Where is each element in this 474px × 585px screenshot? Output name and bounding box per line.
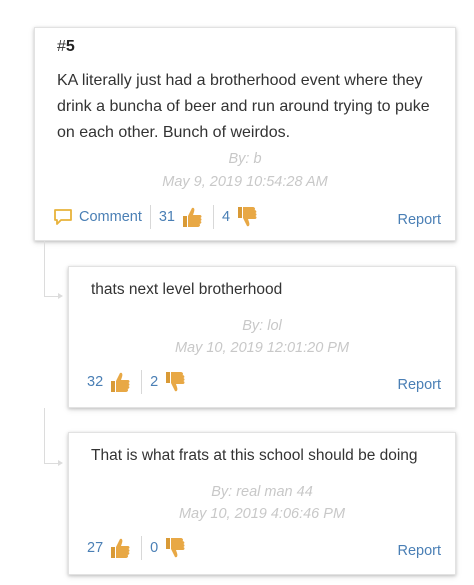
downvote-button[interactable] (162, 369, 188, 395)
connector-arrow (58, 460, 63, 466)
report-link[interactable]: Report (397, 543, 441, 559)
downvote-count: 0 (150, 540, 159, 556)
upvote-count: 32 (87, 374, 104, 390)
thumbs-up-icon (111, 372, 130, 392)
thumbs-down-icon (166, 538, 185, 558)
speech-bubble-icon (54, 209, 72, 225)
downvote-count: 4 (222, 209, 231, 225)
reply-card: That is what frats at this school should… (68, 432, 456, 575)
reply-actions: 27 0 (87, 535, 188, 561)
thumbs-up-icon (183, 207, 202, 227)
downvote-count: 2 (150, 374, 159, 390)
upvote-count: 27 (87, 540, 104, 556)
upvote-button[interactable] (107, 369, 133, 395)
upvote-button[interactable] (179, 204, 205, 230)
report-link[interactable]: Report (397, 212, 441, 228)
post-timestamp: May 9, 2019 10:54:28 AM (162, 174, 328, 190)
divider (141, 370, 143, 394)
reply-text: That is what frats at this school should… (91, 447, 418, 464)
thumbs-down-icon (238, 207, 257, 227)
reply-timestamp: May 10, 2019 4:06:46 PM (178, 506, 346, 522)
post-card: #5 KA literally just had a brotherhood e… (34, 27, 456, 241)
comment-label: Comment (79, 209, 142, 225)
divider (149, 205, 151, 229)
thumbs-down-icon (166, 372, 185, 392)
reply-author: By: real man 44 (211, 484, 313, 500)
reply-author: By: lol (242, 318, 282, 334)
reply-connector (44, 408, 59, 464)
downvote-button[interactable] (234, 204, 260, 230)
post-actions: Comment 31 4 (53, 204, 260, 230)
divider (141, 536, 143, 560)
comment-button[interactable]: Comment (53, 208, 142, 226)
post-author: By: b (228, 151, 262, 167)
reply-timestamp: May 10, 2019 12:01:20 PM (174, 340, 350, 356)
report-link[interactable]: Report (397, 377, 441, 393)
reply-text: thats next level brotherhood (91, 281, 283, 298)
upvote-button[interactable] (107, 535, 133, 561)
reply-connector (44, 241, 59, 297)
post-text: KA literally just had a brotherhood even… (57, 72, 430, 141)
reply-actions: 32 2 (87, 369, 188, 395)
connector-arrow (58, 293, 63, 299)
post-number: #5 (57, 38, 75, 55)
upvote-count: 31 (158, 209, 175, 225)
downvote-button[interactable] (162, 535, 188, 561)
thumbs-up-icon (111, 538, 130, 558)
reply-card: thats next level brotherhood By: lol May… (68, 266, 456, 408)
divider (213, 205, 214, 229)
